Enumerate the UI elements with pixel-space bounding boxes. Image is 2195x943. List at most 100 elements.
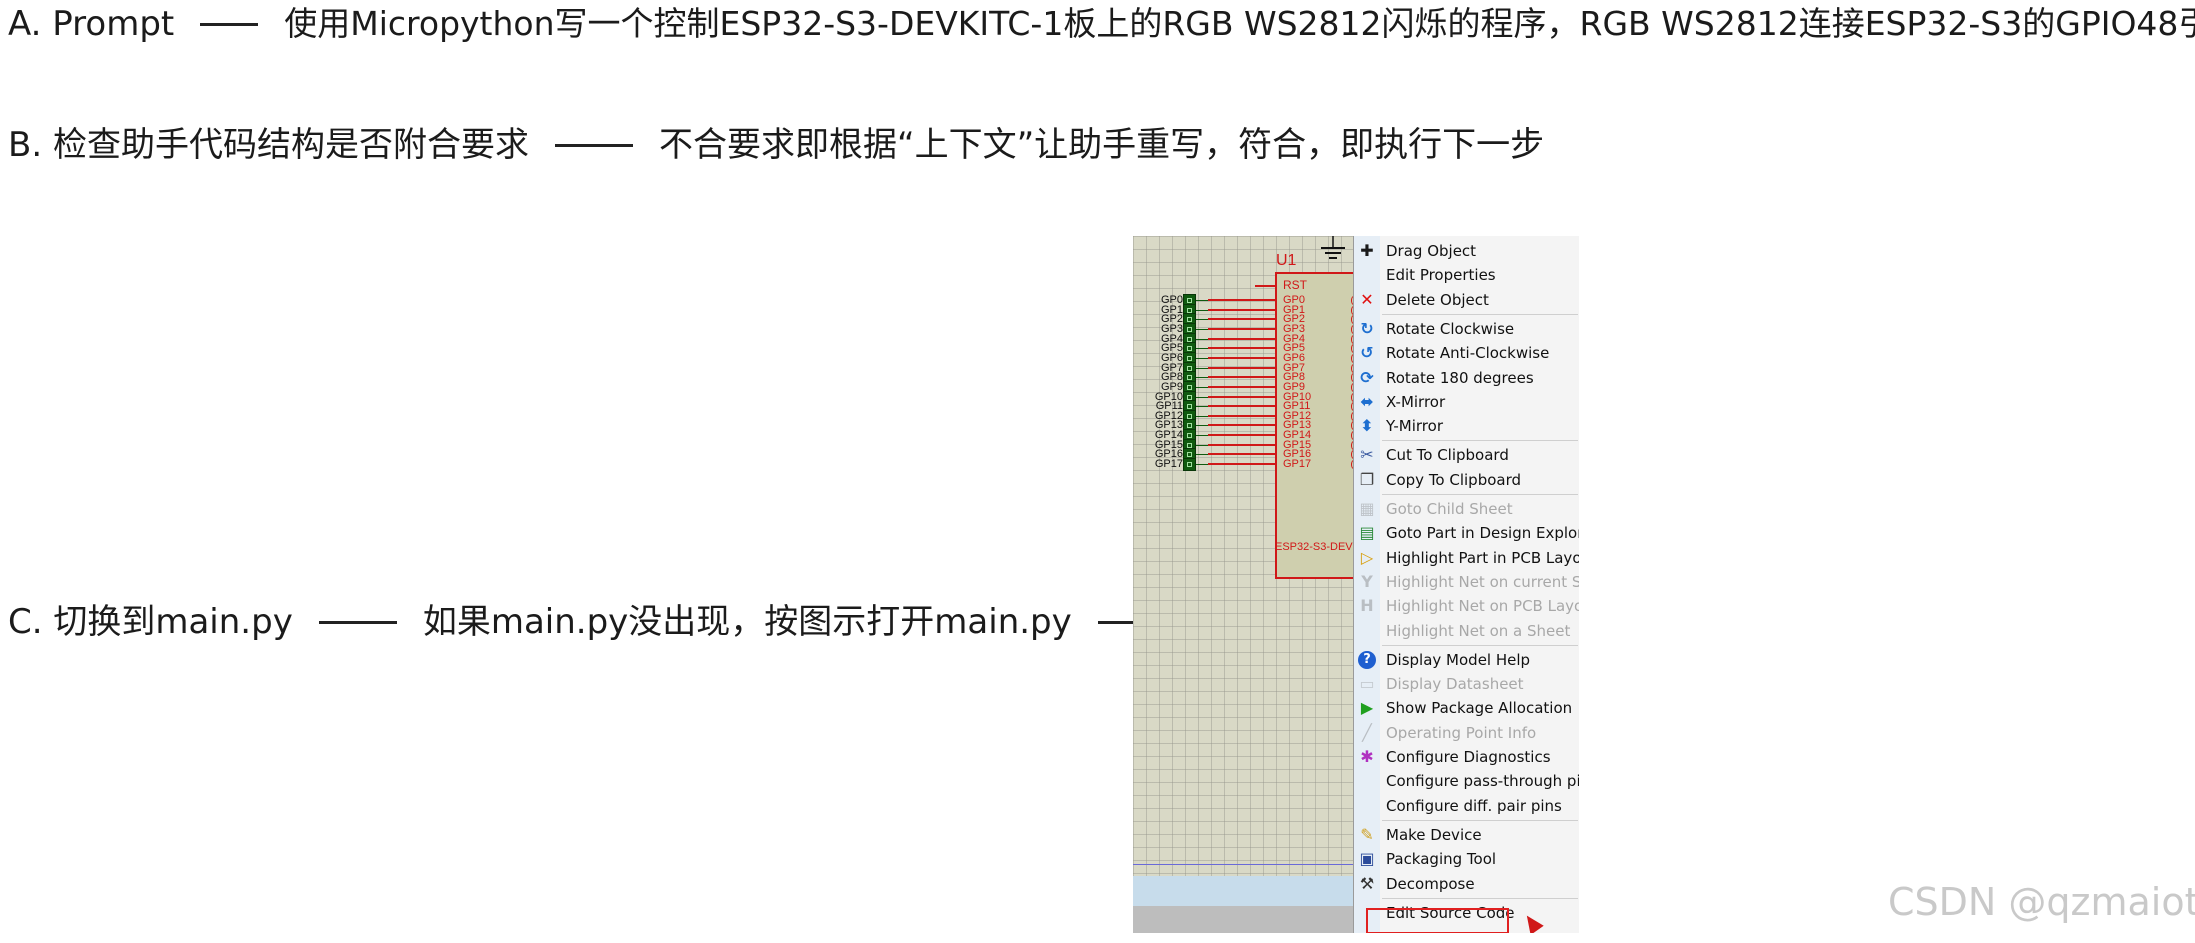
ground-symbol-icon bbox=[1321, 236, 1345, 259]
menu-item-display-model-help[interactable]: ? Display Model Help bbox=[1354, 648, 1579, 672]
net-wire[interactable] bbox=[1208, 318, 1275, 321]
child-sheet-icon: ▦ bbox=[1359, 499, 1375, 518]
menu-item-label: Goto Part in Design Explorer bbox=[1386, 524, 1579, 543]
menu-item-goto-part-in-design-explorer[interactable]: ▤ Goto Part in Design Explorer bbox=[1354, 521, 1579, 545]
design-explorer-icon: ▤ bbox=[1359, 523, 1375, 543]
menu-item-make-device[interactable]: ✎ Make Device bbox=[1354, 823, 1579, 847]
wire bbox=[1196, 319, 1208, 321]
step-c-text: 如果main.py没出现，按图示打开main.py bbox=[422, 602, 1072, 642]
net-wire[interactable] bbox=[1208, 366, 1275, 369]
step-a-text: 使用Micropython写一个控制ESP32-S3-DEVKITC-1板上的R… bbox=[284, 4, 2195, 43]
menu-separator bbox=[1382, 819, 1578, 821]
menu-item-label: Decompose bbox=[1386, 874, 1475, 893]
rst-wire bbox=[1255, 285, 1275, 287]
menu-item-operating-point-info: ╱ Operating Point Info bbox=[1354, 721, 1579, 745]
packaging-tool-icon: ▣ bbox=[1359, 849, 1375, 869]
step-b-label: B. 检查助手代码结构是否附合要求 bbox=[8, 125, 529, 165]
net-wire[interactable] bbox=[1208, 434, 1275, 437]
wire bbox=[1196, 309, 1208, 311]
menu-item-label: Configure diff. pair pins bbox=[1386, 796, 1562, 815]
menu-item-delete-object[interactable]: ✕ Delete Object bbox=[1354, 288, 1579, 312]
menu-item-label: Rotate 180 degrees bbox=[1386, 368, 1534, 387]
net-wire[interactable] bbox=[1208, 405, 1275, 408]
menu-separator bbox=[1382, 313, 1578, 315]
menu-item-edit-properties[interactable]: Edit Properties bbox=[1354, 263, 1579, 287]
canvas-guide-line bbox=[1133, 864, 1353, 865]
wire bbox=[1196, 328, 1208, 330]
terminal-icon[interactable] bbox=[1183, 458, 1196, 472]
wire bbox=[1196, 367, 1208, 369]
wire bbox=[1196, 396, 1208, 398]
step-a: A. Prompt 使用Micropython写一个控制ESP32-S3-DEV… bbox=[8, 2, 2195, 46]
menu-item-label: Cut To Clipboard bbox=[1386, 446, 1509, 465]
dash-connector bbox=[318, 620, 397, 624]
highlight-part-icon: ▷ bbox=[1360, 547, 1374, 567]
wire bbox=[1196, 454, 1208, 456]
scissors-icon: ✂ bbox=[1360, 445, 1374, 465]
menu-item-y-mirror[interactable]: ⬍ Y-Mirror bbox=[1354, 414, 1579, 438]
menu-item-label: Highlight Part in PCB Layout bbox=[1386, 548, 1579, 567]
menu-item-label: Configure Diagnostics bbox=[1386, 748, 1551, 766]
wire bbox=[1196, 435, 1208, 437]
net-wire[interactable] bbox=[1208, 453, 1275, 456]
net-wire[interactable] bbox=[1208, 327, 1275, 330]
menu-item-label: Copy To Clipboard bbox=[1386, 470, 1522, 489]
terminal-label: GP17 bbox=[1154, 458, 1183, 471]
net-wire[interactable] bbox=[1208, 376, 1275, 379]
menu-item-highlight-net-on-a-sheet: Highlight Net on a Sheet bbox=[1354, 619, 1579, 643]
net-pcb-icon: H bbox=[1360, 596, 1374, 616]
menu-item-cut-to-clipboard[interactable]: ✂ Cut To Clipboard bbox=[1354, 443, 1579, 467]
menu-item-rotate-180-degrees[interactable]: ⟳ Rotate 180 degrees bbox=[1354, 366, 1579, 390]
menu-separator bbox=[1382, 897, 1578, 899]
menu-item-label: Edit Properties bbox=[1386, 266, 1496, 285]
menu-item-decompose[interactable]: ⚒ Decompose bbox=[1354, 872, 1579, 896]
menu-item-show-package-allocation[interactable]: ▶ Show Package Allocation bbox=[1354, 696, 1579, 720]
y-mirror-icon: ⬍ bbox=[1360, 416, 1374, 436]
net-wire[interactable] bbox=[1208, 463, 1275, 466]
menu-item-label: Show Package Allocation bbox=[1386, 699, 1573, 718]
net-wire[interactable] bbox=[1208, 347, 1275, 350]
net-wire[interactable] bbox=[1208, 443, 1275, 446]
menu-item-configure-diagnostics[interactable]: ✱ Configure Diagnostics bbox=[1354, 745, 1579, 769]
menu-item-label: Operating Point Info bbox=[1386, 723, 1537, 742]
menu-item-packaging-tool[interactable]: ▣ Packaging Tool bbox=[1354, 847, 1579, 871]
net-wire[interactable] bbox=[1208, 385, 1275, 388]
menu-item-configure-pass-through-pins[interactable]: Configure pass-through pins bbox=[1354, 769, 1579, 793]
menu-item-copy-to-clipboard[interactable]: ❐ Copy To Clipboard bbox=[1354, 468, 1579, 492]
rotate-180-icon: ⟳ bbox=[1360, 367, 1374, 387]
menu-separator bbox=[1382, 644, 1578, 646]
menu-item-configure-diff-pair-pins[interactable]: Configure diff. pair pins bbox=[1354, 794, 1579, 818]
menu-item-highlight-part-in-pcb-layout[interactable]: ▷ Highlight Part in PCB Layout bbox=[1354, 546, 1579, 570]
menu-item-x-mirror[interactable]: ⬌ X-Mirror bbox=[1354, 390, 1579, 414]
net-wire[interactable] bbox=[1208, 337, 1275, 340]
dash-connector bbox=[200, 22, 259, 26]
net-wire[interactable] bbox=[1208, 395, 1275, 398]
menu-item-drag-object[interactable]: ✚ Drag Object bbox=[1354, 239, 1579, 263]
dash-connector bbox=[554, 143, 633, 147]
hammer-icon: ⚒ bbox=[1359, 873, 1375, 893]
menu-item-label: Rotate Clockwise bbox=[1386, 319, 1515, 338]
net-wire[interactable] bbox=[1208, 299, 1275, 301]
menu-separator bbox=[1382, 440, 1578, 442]
net-wire[interactable] bbox=[1208, 424, 1275, 427]
copy-icon: ❐ bbox=[1359, 469, 1375, 489]
step-c-label: C. 切换到main.py bbox=[8, 602, 293, 642]
package-icon: ▶ bbox=[1360, 698, 1374, 718]
screenshot-panel: U1 RST ESP32-S3-DEV GP0 GP0 GP1 GP1 GP2 GP2 GP… bbox=[1133, 236, 1579, 933]
context-menu: ✚ Drag Object Edit Properties ✕ Delete Objec… bbox=[1353, 236, 1579, 933]
wire bbox=[1196, 386, 1208, 388]
wire bbox=[1196, 300, 1208, 301]
wire bbox=[1196, 357, 1208, 359]
menu-item-rotate-anti-clockwise[interactable]: ↺ Rotate Anti-Clockwise bbox=[1354, 341, 1579, 365]
net-wire[interactable] bbox=[1208, 308, 1275, 311]
help-icon: ? bbox=[1358, 650, 1376, 669]
step-b: B. 检查助手代码结构是否附合要求 不合要求即根据“上下文”让助手重写，符合，即… bbox=[8, 123, 1544, 167]
x-mirror-icon: ⬌ bbox=[1360, 391, 1374, 411]
menu-item-label: Highlight Net on a Sheet bbox=[1386, 621, 1571, 640]
net-wire[interactable] bbox=[1208, 356, 1275, 359]
menu-item-display-datasheet: ▭ Display Datasheet bbox=[1354, 672, 1579, 696]
menu-item-rotate-clockwise[interactable]: ↻ Rotate Clockwise bbox=[1354, 317, 1579, 341]
net-wire[interactable] bbox=[1208, 414, 1275, 417]
move-icon: ✚ bbox=[1360, 241, 1374, 260]
menu-item-label: Display Model Help bbox=[1386, 650, 1531, 669]
